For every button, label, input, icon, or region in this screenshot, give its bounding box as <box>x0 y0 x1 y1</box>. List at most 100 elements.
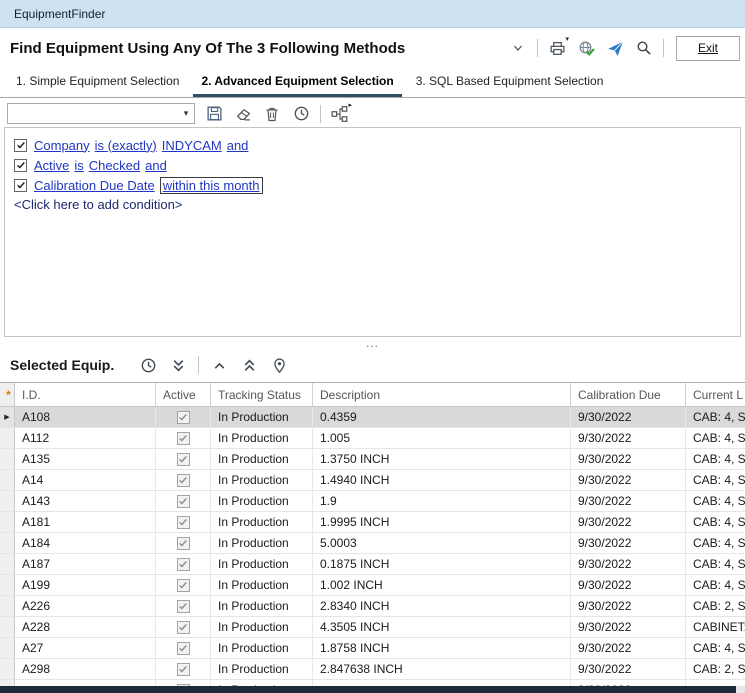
active-checkbox[interactable] <box>177 642 190 655</box>
condition-link[interactable]: is (exactly) <box>95 138 157 153</box>
validate-icon[interactable] <box>576 38 596 58</box>
collapse-all-icon[interactable] <box>168 355 188 375</box>
condition-link[interactable]: within this month <box>160 177 263 194</box>
cell-current-location: CAB: 4, SH <box>686 554 745 574</box>
row-indicator <box>0 491 15 511</box>
add-condition-link[interactable]: <Click here to add condition> <box>14 197 731 212</box>
row-indicator <box>0 512 15 532</box>
saved-query-combobox[interactable]: ▾ <box>7 103 195 124</box>
table-row[interactable]: A112In Production1.0059/30/2022CAB: 4, S… <box>0 428 745 449</box>
active-checkbox[interactable] <box>177 663 190 676</box>
condition-link[interactable]: Calibration Due Date <box>34 178 155 193</box>
cell-id: A199 <box>15 575 156 595</box>
window-title: EquipmentFinder <box>14 7 105 21</box>
cell-current-location: CAB: 2, SH <box>686 596 745 616</box>
cell-active <box>156 596 211 616</box>
table-row[interactable]: A27In Production1.8758 INCH9/30/2022CAB:… <box>0 638 745 659</box>
active-checkbox[interactable] <box>177 516 190 529</box>
table-row[interactable]: A184In Production5.00039/30/2022CAB: 4, … <box>0 533 745 554</box>
search-icon[interactable] <box>634 38 654 58</box>
table-row[interactable]: A143In Production1.99/30/2022CAB: 4, SH <box>0 491 745 512</box>
active-checkbox[interactable] <box>177 558 190 571</box>
active-checkbox[interactable] <box>177 453 190 466</box>
tab-simple-equipment-selection[interactable]: 1. Simple Equipment Selection <box>8 68 187 97</box>
grid-header: * I.D. Active Tracking Status Descriptio… <box>0 383 745 407</box>
location-pin-icon[interactable] <box>269 355 289 375</box>
column-header-current-location[interactable]: Current L <box>686 383 745 406</box>
history-icon[interactable] <box>138 355 158 375</box>
table-row[interactable]: A14In Production1.4940 INCH9/30/2022CAB:… <box>0 470 745 491</box>
column-header-calibration-due[interactable]: Calibration Due <box>571 383 686 406</box>
results-grid: * I.D. Active Tracking Status Descriptio… <box>0 382 745 687</box>
history-icon[interactable] <box>291 104 311 124</box>
table-row[interactable]: ▶A108In Production0.43599/30/2022CAB: 4,… <box>0 407 745 428</box>
table-row[interactable]: A298In Production2.847638 INCH9/30/2022C… <box>0 659 745 680</box>
header-marker: * <box>3 388 11 402</box>
active-checkbox[interactable] <box>177 432 190 445</box>
cell-active <box>156 449 211 469</box>
condition-checkbox[interactable] <box>14 159 27 172</box>
condition-link[interactable]: Checked <box>89 158 140 173</box>
splitter-handle[interactable]: ... <box>0 337 745 348</box>
cell-calibration-due: 9/30/2022 <box>571 659 686 679</box>
condition-link[interactable]: and <box>145 158 167 173</box>
cell-description: 1.9995 INCH <box>313 512 571 532</box>
query-tree-arrow-icon: ▸ <box>348 101 352 109</box>
column-header-tracking-status[interactable]: Tracking Status <box>211 383 313 406</box>
condition-checkbox[interactable] <box>14 179 27 192</box>
active-checkbox[interactable] <box>177 411 190 424</box>
active-checkbox[interactable] <box>177 474 190 487</box>
table-row[interactable]: A199In Production1.002 INCH9/30/2022CAB:… <box>0 575 745 596</box>
delete-icon[interactable] <box>262 104 282 124</box>
table-row[interactable]: A135In Production1.3750 INCH9/30/2022CAB… <box>0 449 745 470</box>
print-icon[interactable]: ▾ <box>547 38 567 58</box>
cell-active <box>156 470 211 490</box>
cell-active <box>156 512 211 532</box>
cell-id: A226 <box>15 596 156 616</box>
tab-advanced-equipment-selection[interactable]: 2. Advanced Equipment Selection <box>193 68 401 97</box>
cell-current-location: CAB: 4, SH <box>686 638 745 658</box>
cell-tracking-status: In Production <box>211 659 313 679</box>
column-header-id[interactable]: I.D. <box>15 383 156 406</box>
condition-link[interactable]: Company <box>34 138 90 153</box>
exit-button[interactable]: Exit <box>676 36 740 61</box>
active-checkbox[interactable] <box>177 495 190 508</box>
cell-current-location: CAB: 4, SH <box>686 575 745 595</box>
condition-link[interactable]: and <box>227 138 249 153</box>
cell-active <box>156 638 211 658</box>
cell-id: A112 <box>15 428 156 448</box>
eraser-icon[interactable] <box>233 104 253 124</box>
tab-sql-based-equipment-selection[interactable]: 3. SQL Based Equipment Selection <box>408 68 612 97</box>
cell-calibration-due: 9/30/2022 <box>571 575 686 595</box>
cell-current-location: CAB: 4, SH <box>686 491 745 511</box>
condition-checkbox[interactable] <box>14 139 27 152</box>
cell-active <box>156 428 211 448</box>
column-header-description[interactable]: Description <box>313 383 571 406</box>
move-top-icon[interactable] <box>239 355 259 375</box>
table-row[interactable]: A187In Production0.1875 INCH9/30/2022CAB… <box>0 554 745 575</box>
condition-link[interactable]: is <box>74 158 83 173</box>
save-icon[interactable] <box>204 104 224 124</box>
send-icon[interactable] <box>605 38 625 58</box>
row-indicator <box>0 554 15 574</box>
move-up-icon[interactable] <box>209 355 229 375</box>
chevron-down-icon[interactable] <box>508 38 528 58</box>
condition-link[interactable]: Active <box>34 158 69 173</box>
query-tree-icon[interactable]: ▸ <box>330 104 350 124</box>
active-checkbox[interactable] <box>177 579 190 592</box>
table-row[interactable]: A181In Production1.9995 INCH9/30/2022CAB… <box>0 512 745 533</box>
condition-link[interactable]: INDYCAM <box>162 138 222 153</box>
conditions-panel: Company is (exactly) INDYCAM and Active is Che… <box>4 127 741 337</box>
cell-current-location: CAB: 4, SH <box>686 512 745 532</box>
column-header-active[interactable]: Active <box>156 383 211 406</box>
condition-row: Active is Checked and <box>14 155 731 175</box>
active-checkbox[interactable] <box>177 621 190 634</box>
print-options-arrow-icon: ▾ <box>565 35 569 43</box>
active-checkbox[interactable] <box>177 600 190 613</box>
table-row[interactable]: A226In Production2.8340 INCH9/30/2022CAB… <box>0 596 745 617</box>
table-row[interactable]: A228In Production4.3505 INCH9/30/2022CAB… <box>0 617 745 638</box>
cell-calibration-due: 9/30/2022 <box>571 512 686 532</box>
active-checkbox[interactable] <box>177 537 190 550</box>
cell-calibration-due: 9/30/2022 <box>571 617 686 637</box>
cell-current-location: CAB: 2, SH <box>686 659 745 679</box>
